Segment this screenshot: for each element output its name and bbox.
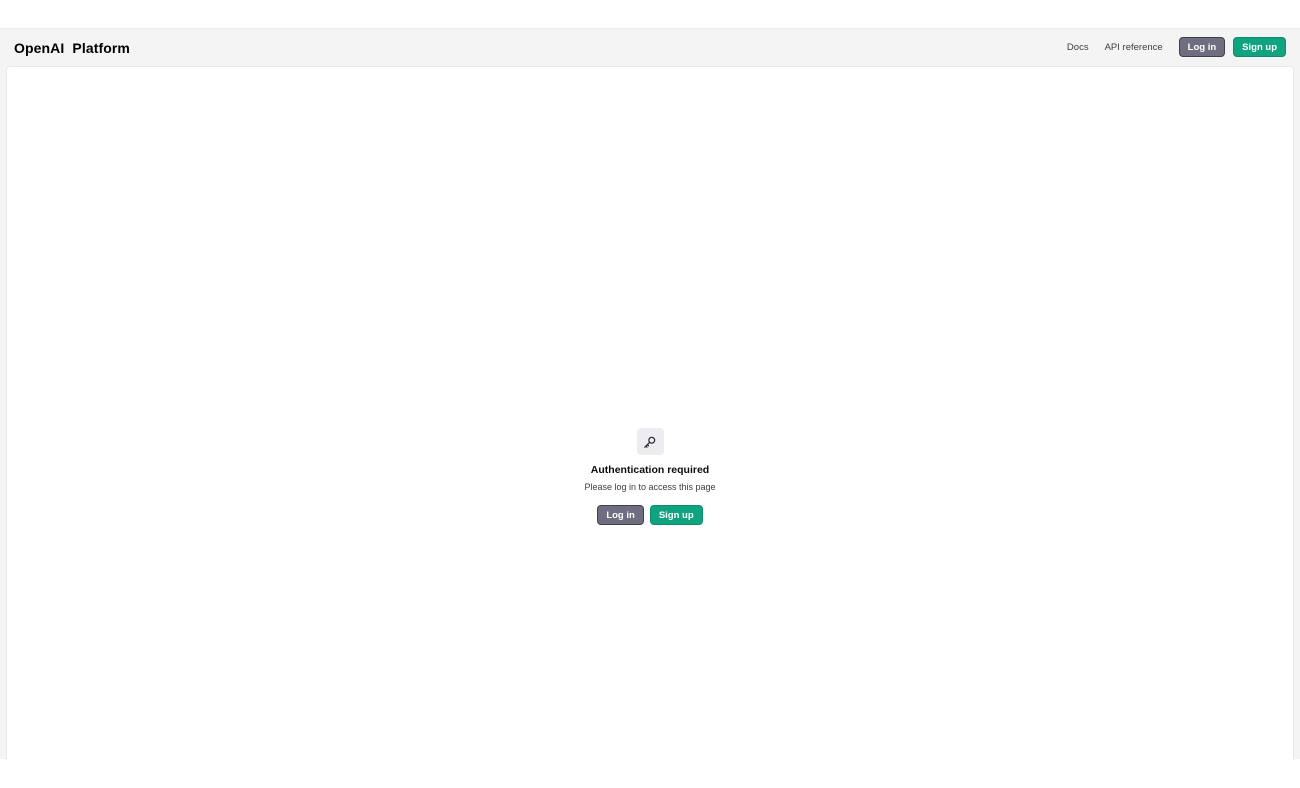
signup-button[interactable]: Sign up — [649, 505, 703, 525]
auth-required-message: Authentication required Please log in to… — [7, 428, 1293, 525]
top-navigation-bar: OpenAI Platform Docs API reference Log in… — [0, 29, 1300, 65]
brand-product-name: Platform — [72, 40, 130, 56]
brand-logo[interactable]: OpenAI Platform — [14, 40, 130, 56]
nav-link-api-reference[interactable]: API reference — [1105, 42, 1163, 53]
brand-company-name: OpenAI — [14, 40, 65, 56]
key-icon — [636, 428, 664, 455]
header-login-button[interactable]: Log in — [1178, 37, 1226, 57]
header-signup-button[interactable]: Sign up — [1233, 37, 1286, 57]
browser-viewport: OpenAI Platform Docs API reference Log in… — [0, 0, 1300, 788]
header-nav: Docs API reference Log in Sign up — [1067, 37, 1286, 57]
app-frame: OpenAI Platform Docs API reference Log in… — [0, 28, 1300, 760]
main-content-panel: Authentication required Please log in to… — [6, 66, 1294, 760]
nav-link-docs[interactable]: Docs — [1067, 42, 1089, 53]
auth-title: Authentication required — [590, 464, 710, 476]
auth-actions: Log in Sign up — [597, 505, 703, 525]
auth-subtitle: Please log in to access this page — [584, 482, 716, 492]
login-button[interactable]: Log in — [597, 505, 644, 525]
